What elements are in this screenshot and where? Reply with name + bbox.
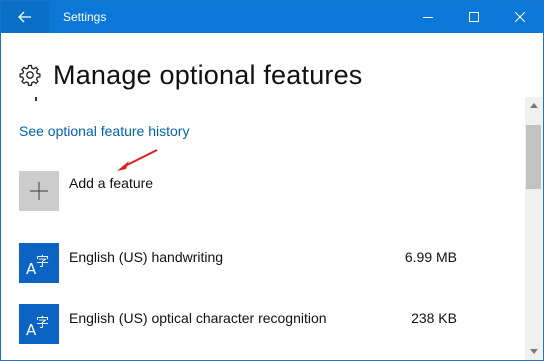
back-button[interactable] <box>1 1 49 33</box>
feature-history-link[interactable]: See optional feature history <box>19 123 189 139</box>
svg-text:字: 字 <box>36 316 49 331</box>
list-item[interactable]: A 字 English (US) handwriting 6.99 MB <box>19 243 459 283</box>
scroll-up-button[interactable] <box>525 97 542 114</box>
chevron-up-icon <box>529 103 538 108</box>
close-icon <box>515 12 525 22</box>
add-feature-label[interactable]: Add a feature <box>69 175 153 191</box>
minimize-icon <box>423 17 433 18</box>
maximize-icon <box>469 12 479 22</box>
minimize-button[interactable] <box>405 1 451 33</box>
feature-name: English (US) optical character recogniti… <box>69 310 327 326</box>
feature-name: English (US) handwriting <box>69 249 224 265</box>
gear-icon <box>19 64 41 86</box>
page-heading: Manage optional features <box>19 59 363 91</box>
scroll-down-button[interactable] <box>525 343 542 360</box>
language-icon: A 字 <box>19 304 59 344</box>
scroll-artifact <box>35 97 37 101</box>
title-bar: Settings <box>1 1 543 33</box>
window-title: Settings <box>63 10 107 24</box>
chevron-down-icon <box>529 349 538 354</box>
maximize-button[interactable] <box>451 1 497 33</box>
add-feature-tile[interactable] <box>19 171 59 211</box>
close-button[interactable] <box>497 1 543 33</box>
vertical-scrollbar[interactable] <box>525 97 542 360</box>
feature-size: 238 KB <box>411 310 457 326</box>
settings-window: Settings Manage optional features See op… <box>0 0 544 361</box>
scrollbar-thumb[interactable] <box>526 125 541 189</box>
feature-size: 6.99 MB <box>404 249 457 265</box>
list-item[interactable]: A 字 English (US) optical character recog… <box>19 304 459 344</box>
language-icon: A 字 <box>19 243 59 283</box>
plus-icon <box>30 182 48 200</box>
svg-text:字: 字 <box>36 255 49 270</box>
page-title: Manage optional features <box>53 59 363 90</box>
back-arrow-icon <box>18 11 31 23</box>
add-feature-button[interactable]: Add a feature <box>19 171 153 211</box>
annotation-arrow-icon <box>117 149 158 171</box>
